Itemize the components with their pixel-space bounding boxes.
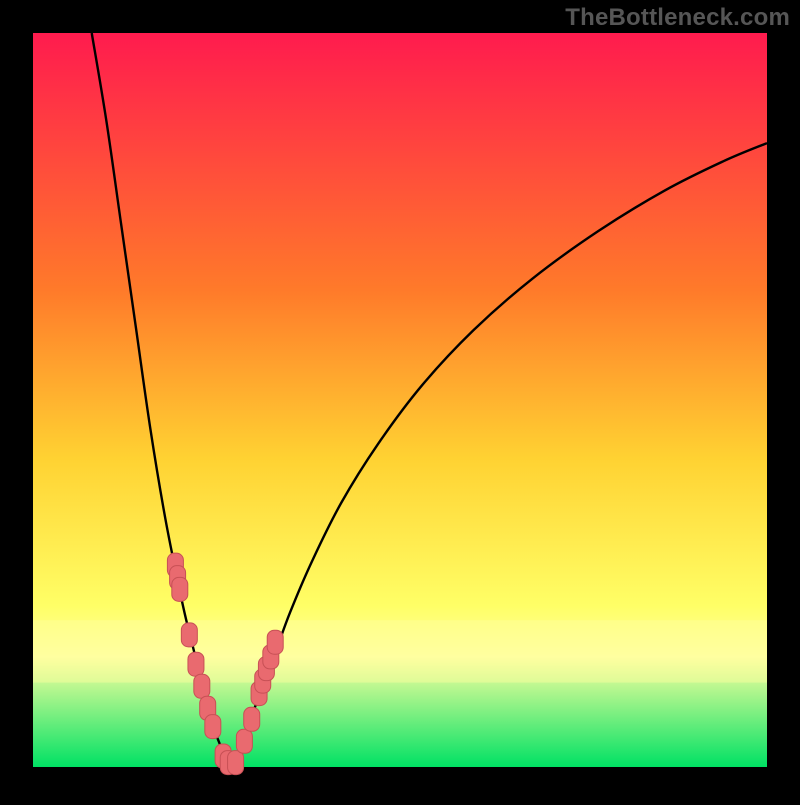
marker-point bbox=[267, 630, 283, 654]
marker-point bbox=[181, 623, 197, 647]
marker-point bbox=[194, 674, 210, 698]
marker-point bbox=[228, 751, 244, 775]
highlight-band bbox=[33, 620, 767, 682]
marker-point bbox=[188, 652, 204, 676]
marker-point bbox=[244, 707, 260, 731]
marker-point bbox=[236, 729, 252, 753]
marker-point bbox=[172, 577, 188, 601]
watermark-text: TheBottleneck.com bbox=[565, 4, 790, 32]
bottleneck-chart bbox=[0, 0, 800, 800]
chart-frame: TheBottleneck.com bbox=[0, 0, 800, 800]
marker-point bbox=[205, 715, 221, 739]
